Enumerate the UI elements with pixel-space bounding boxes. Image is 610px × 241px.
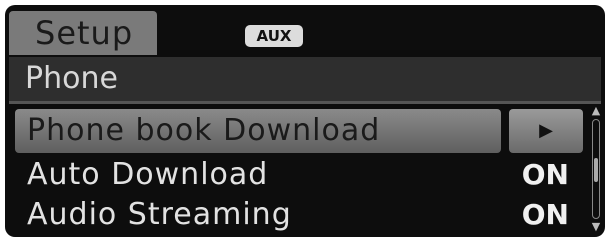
scroll-down-icon[interactable]: ▼ [589, 221, 603, 233]
chevron-right-icon[interactable]: ▶ [509, 109, 583, 153]
aux-source-badge: AUX [245, 25, 303, 47]
menu-item-audio-streaming[interactable]: Audio Streaming ON [15, 193, 583, 237]
scrollbar[interactable]: ▲ ▼ [589, 105, 603, 233]
section-title: Phone [25, 61, 118, 96]
menu-item-label: Phone book Download [27, 113, 381, 148]
menu-item-value: ON [521, 198, 569, 231]
menu-item-label: Audio Streaming [27, 197, 292, 232]
tab-setup[interactable]: Setup [9, 11, 157, 55]
scroll-track[interactable] [592, 119, 600, 219]
menu-item-label: Auto Download [27, 157, 269, 192]
section-header: Phone [9, 57, 601, 101]
menu-item-phone-book-download[interactable]: Phone book Download ▶ [15, 109, 583, 153]
menu-item-value: ON [521, 158, 569, 191]
scroll-thumb[interactable] [594, 158, 598, 182]
display-screen: Setup AUX Phone Phone book Download ▶ Au… [5, 5, 605, 237]
menu-item-auto-download[interactable]: Auto Download ON [15, 153, 583, 197]
scroll-up-icon[interactable]: ▲ [589, 105, 603, 117]
divider [9, 101, 601, 104]
